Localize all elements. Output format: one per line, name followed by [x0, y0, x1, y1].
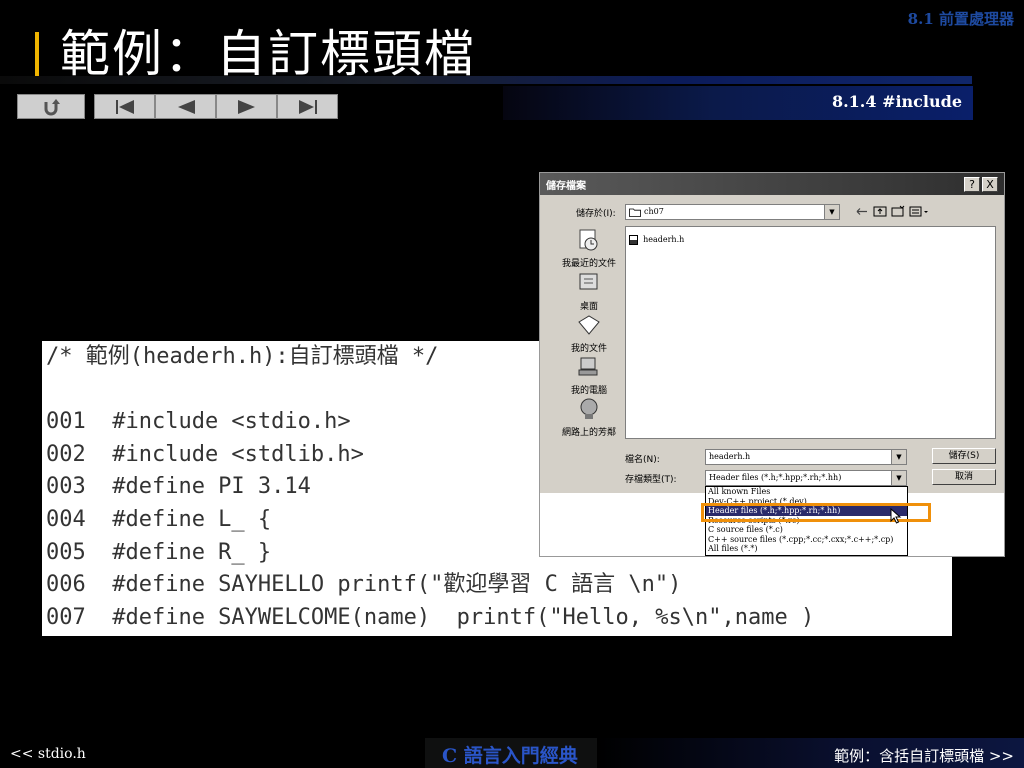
folder-icon [629, 208, 641, 217]
prev-topic-link[interactable]: << stdio.h [10, 746, 86, 762]
mouse-cursor-icon [890, 508, 902, 524]
help-button[interactable]: ? [964, 177, 980, 192]
place-my-computer[interactable]: 我的電腦 [548, 355, 630, 396]
title-accent-bar [35, 32, 39, 78]
dialog-titlebar: 儲存檔案 ? X [540, 173, 1004, 195]
section-label: 8.1.4 #include [831, 92, 962, 111]
filetype-select[interactable]: Header files (*.h;*.hpp;*.rh;*.hh) ▼ [705, 470, 907, 486]
filetype-value: Header files (*.h;*.hpp;*.rh;*.hh) [709, 473, 842, 482]
filename-value: headerh.h [709, 452, 751, 461]
save-in-dropdown[interactable]: ch07 ▼ [625, 204, 840, 220]
file-list[interactable]: headerh.h [625, 226, 996, 439]
place-recent[interactable]: 我最近的文件 [548, 228, 630, 269]
place-desktop[interactable]: 桌面 [548, 271, 630, 312]
place-network[interactable]: 網路上的芳鄰 [548, 397, 630, 438]
code-line: 007 #define SAYWELCOME(name) printf("Hel… [46, 604, 815, 630]
next-slide-button[interactable] [216, 94, 277, 119]
cancel-button[interactable]: 取消 [932, 469, 996, 485]
place-label: 我的電腦 [570, 386, 607, 396]
last-slide-button[interactable] [277, 94, 338, 119]
dialog-toolbar[interactable] [854, 205, 934, 218]
dropdown-option[interactable]: C source files (*.c) [706, 525, 907, 535]
next-topic-link[interactable]: 範例：含括自訂標頭檔 >> [834, 745, 1014, 766]
my-documents-icon [578, 315, 600, 335]
file-icon [629, 234, 638, 245]
filetype-label: 存檔類型(T): [625, 475, 677, 485]
filename-label: 檔名(N): [625, 455, 660, 465]
last-icon [298, 99, 317, 114]
title-underline [0, 76, 972, 84]
save-button[interactable]: 儲存(S) [932, 448, 996, 464]
prev-icon [177, 99, 195, 114]
dropdown-option[interactable]: All known Files [706, 487, 907, 497]
up-folder-icon [873, 206, 887, 217]
filename-input[interactable]: headerh.h ▼ [705, 449, 907, 465]
book-title: C 語言入門經典 [442, 745, 578, 767]
first-slide-button[interactable] [94, 94, 155, 119]
code-line: 006 #define SAYHELLO printf("歡迎學習 C 語言 \… [46, 572, 682, 598]
place-label: 我最近的文件 [561, 259, 616, 269]
close-button[interactable]: X [982, 177, 998, 192]
return-icon [44, 98, 60, 115]
dropdown-option[interactable]: C++ source files (*.cpp;*.cc;*.cxx;*.c++… [706, 535, 907, 545]
back-arrow-icon [856, 208, 867, 215]
my-computer-icon [578, 357, 598, 376]
prev-slide-button[interactable] [155, 94, 216, 119]
file-name: headerh.h [643, 235, 685, 244]
desktop-icon [579, 273, 598, 290]
place-label: 我的文件 [570, 344, 607, 354]
recent-documents-icon [579, 229, 598, 251]
file-item[interactable]: headerh.h [629, 229, 684, 248]
chevron-down-icon[interactable]: ▼ [891, 471, 906, 485]
return-button[interactable] [17, 94, 85, 119]
chevron-down-icon[interactable]: ▼ [891, 450, 906, 464]
place-label: 桌面 [579, 302, 598, 312]
network-icon [580, 398, 598, 419]
new-folder-icon [891, 205, 905, 217]
save-file-dialog: 儲存檔案 ? X 儲存於(I): ch07 ▼ 我最近的文件 桌面 我的文件 我… [539, 172, 1005, 557]
save-in-label: 儲存於(I): [576, 209, 616, 219]
next-icon [237, 99, 255, 114]
place-label: 網路上的芳鄰 [561, 428, 616, 438]
dialog-body: 儲存檔案 ? X 儲存於(I): ch07 ▼ 我最近的文件 桌面 我的文件 我… [540, 173, 1004, 493]
dialog-title: 儲存檔案 [546, 181, 586, 192]
place-my-documents[interactable]: 我的文件 [548, 313, 630, 354]
chevron-down-icon[interactable]: ▼ [824, 205, 839, 219]
view-menu-icon [909, 206, 928, 217]
first-icon [115, 99, 134, 114]
dropdown-option[interactable]: All files (*.*) [706, 544, 907, 554]
chapter-label: 8.1 前置處理器 [907, 10, 1014, 28]
save-in-value: ch07 [644, 207, 664, 216]
